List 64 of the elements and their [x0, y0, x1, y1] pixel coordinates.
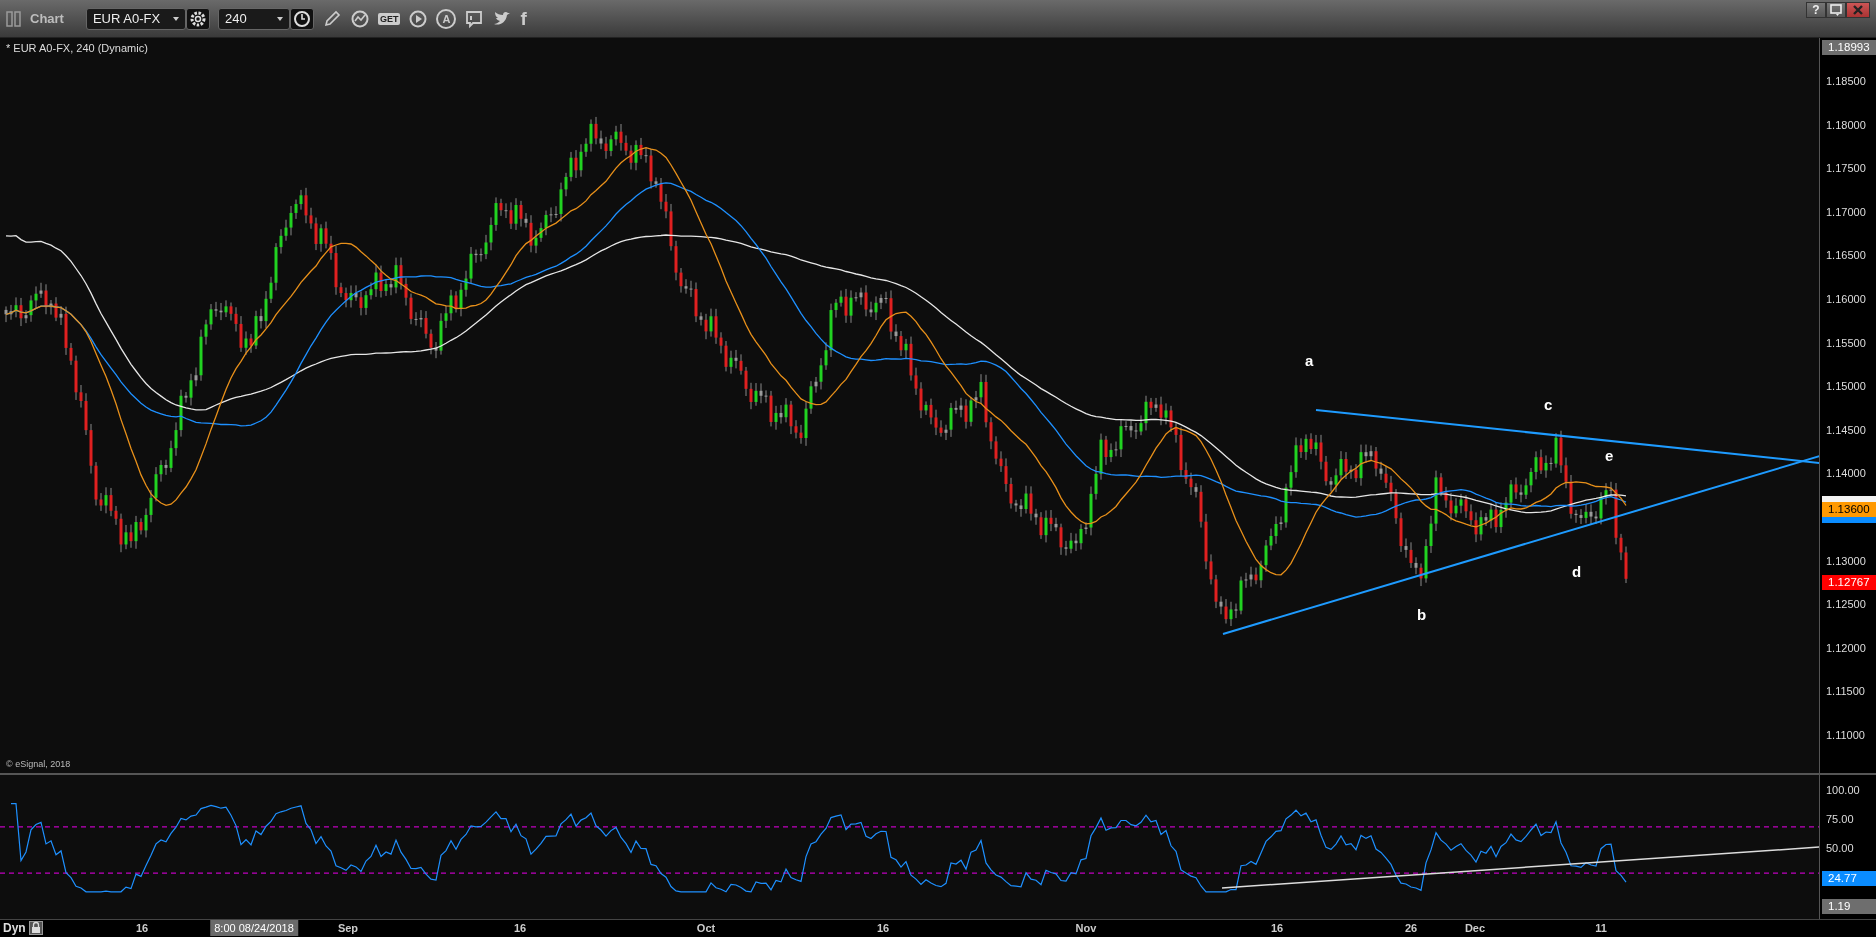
window-title: Chart [30, 11, 64, 26]
indicator-tick-label: 75.00 [1826, 813, 1854, 825]
date-label: Oct [696, 922, 716, 934]
date-label: 16 [513, 922, 527, 934]
cursor-time-label: 8:00 08/24/2018 [210, 920, 298, 936]
restore-button[interactable] [1826, 2, 1846, 18]
price-tag: 1.13600 [1822, 502, 1876, 518]
gear-icon [188, 9, 207, 28]
wave-label: a [1305, 352, 1314, 369]
price-tick-label: 1.16000 [1826, 293, 1866, 305]
trend-line[interactable] [1222, 455, 1819, 635]
help-button[interactable]: ? [1806, 2, 1826, 18]
price-tick-label: 1.15500 [1826, 336, 1866, 349]
close-icon [1851, 3, 1865, 17]
price-tick-label: 1.14500 [1826, 423, 1866, 436]
symbol-field[interactable]: EUR A0-FX [85, 7, 186, 30]
date-label: 16 [1270, 922, 1284, 934]
value-tag: 1.19 [1822, 898, 1876, 914]
value-tag: 24.77 [1822, 871, 1876, 887]
time-button[interactable] [289, 7, 314, 30]
price-tick-label: 1.17000 [1826, 205, 1866, 218]
price-tick-label: 1.17500 [1826, 162, 1866, 175]
play-icon[interactable] [408, 8, 429, 29]
get-data-button[interactable]: GET [377, 12, 401, 25]
date-label: 16 [135, 922, 149, 934]
chart-legend: * EUR A0-FX, 240 (Dynamic) [6, 42, 148, 54]
price-tick-label: 1.15000 [1826, 380, 1866, 393]
grip-icon[interactable] [6, 10, 22, 27]
wave-label: c [1544, 396, 1553, 413]
dynamic-mode-label: Dyn [3, 921, 26, 935]
trend-line[interactable] [1315, 409, 1819, 464]
close-button[interactable] [1846, 2, 1870, 18]
interval-field[interactable]: 240 [217, 7, 290, 30]
wave-label: b [1417, 606, 1427, 623]
copyright-text: © eSignal, 2018 [6, 759, 71, 769]
price-tick-label: 1.16500 [1826, 249, 1866, 262]
wave-label: d [1572, 563, 1582, 580]
price-tick-label: 1.11500 [1826, 685, 1865, 698]
clock-icon [292, 9, 311, 28]
price-tick-label: 1.18500 [1826, 75, 1866, 87]
price-tick-label: 1.18000 [1826, 118, 1866, 131]
date-label: 26 [1404, 922, 1418, 934]
price-tick-label: 1.12500 [1826, 598, 1866, 611]
comment-icon[interactable] [464, 8, 485, 29]
date-label: Dec [1464, 922, 1486, 934]
wave-label: e [1605, 447, 1614, 464]
alert-button[interactable]: A [436, 8, 457, 29]
settings-button[interactable] [185, 7, 210, 30]
price-tick-label: 1.13000 [1826, 554, 1866, 567]
price-tick-label: 1.14000 [1826, 467, 1866, 480]
date-label: Nov [1075, 922, 1097, 934]
date-label: 11 [1595, 922, 1607, 934]
price-tick-label: 1.12000 [1826, 641, 1866, 654]
facebook-button[interactable]: f [520, 7, 527, 30]
price-tick-label: 1.11000 [1826, 729, 1865, 741]
indicator-tick-label: 50.00 [1826, 842, 1854, 854]
window-icon [1829, 3, 1843, 17]
price-tag: 1.12767 [1822, 574, 1876, 590]
date-label: Sep [337, 922, 359, 934]
chart-circle-icon[interactable] [349, 8, 370, 29]
indicator-tick-label: 100.00 [1826, 784, 1860, 796]
lock-icon[interactable] [29, 921, 43, 935]
date-label: 16 [876, 922, 890, 934]
price-tag: 1.18993 [1822, 40, 1876, 55]
